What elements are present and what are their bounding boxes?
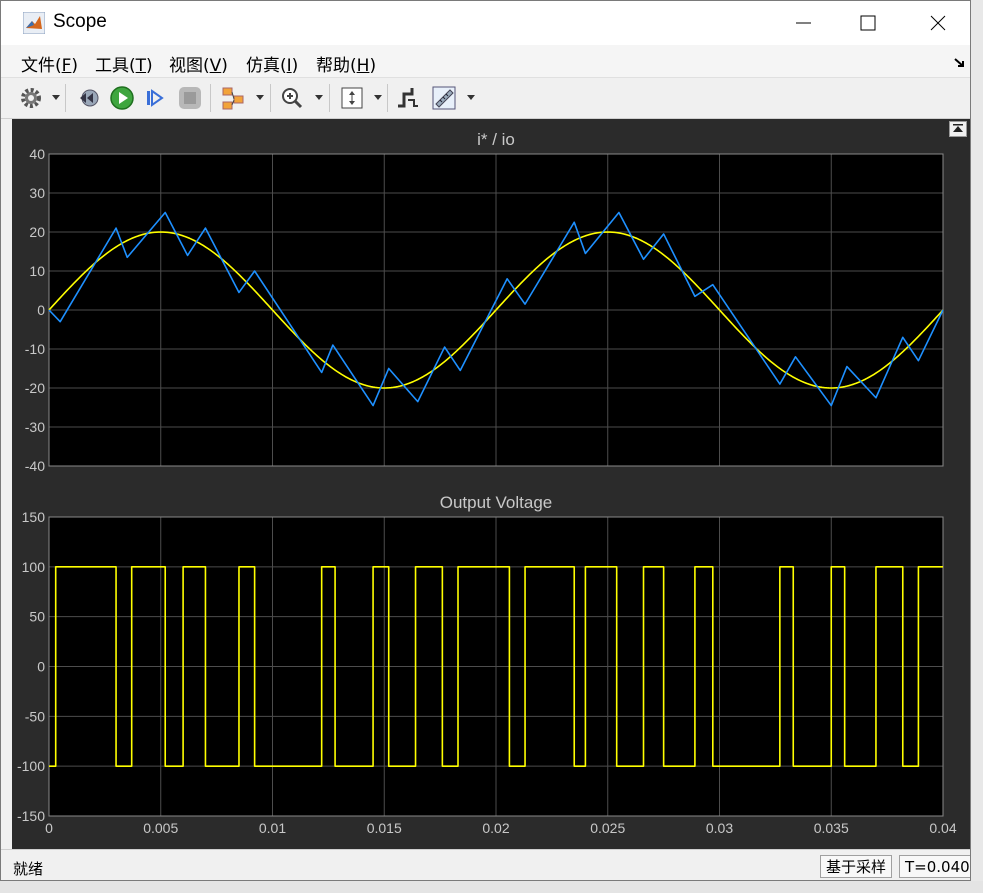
plot-1-xtick-label: 0.02 [482,820,509,836]
menu-view[interactable]: 视图(V) [169,51,228,76]
plot-1-xtick-label: 0.015 [367,820,402,836]
scope-window: Scope 文件(F) 工具(T) 视图(V) 仿真(I) 帮助(H) 40 3… [0,0,971,881]
stop-icon[interactable] [176,84,204,112]
autoscale-dropdown[interactable] [374,95,382,100]
plot-1-ytick-label: -150 [17,808,45,824]
menu-bar: 文件(F) 工具(T) 视图(V) 仿真(I) 帮助(H) [1,45,970,78]
plot-1-xtick-label: 0.035 [814,820,849,836]
measurements-icon[interactable] [430,84,458,112]
sample-mode-label: 基于采样 [820,855,893,878]
plot-1-ytick-label: 100 [22,559,46,575]
step-forward-icon[interactable] [141,84,169,112]
status-bar: 就绪 基于采样 T=0.040 [1,849,970,880]
plot-1-xtick-label: 0.025 [590,820,625,836]
menu-tools[interactable]: 工具(T) [95,51,153,76]
title-bar[interactable]: Scope [1,1,970,45]
menu-help[interactable]: 帮助(H) [316,51,376,76]
measurements-dropdown[interactable] [467,95,475,100]
toolbar-separator [270,84,271,112]
plot-0-title: i* / io [477,130,515,149]
plot-1-xtick-label: 0.03 [706,820,733,836]
highlight-block-icon[interactable] [219,84,247,112]
highlight-dropdown[interactable] [256,95,264,100]
background-app-strip [971,0,983,893]
maximize-button[interactable] [833,1,903,45]
plot-1-title: Output Voltage [440,493,552,512]
plot-0-ytick-label: -40 [25,458,45,474]
plot-1-ytick-label: 50 [29,609,45,625]
plot-1-ytick-label: 0 [37,659,45,675]
toolbar-separator [65,84,66,112]
menu-file[interactable]: 文件(F) [21,51,78,76]
plot-0-ytick-label: -20 [25,380,45,396]
plot-1-xtick-label: 0.04 [929,820,956,836]
plot-1-xtick-label: 0.005 [143,820,178,836]
plot-0-ytick-label: -10 [25,341,45,357]
plot-0-ytick-label: 30 [29,185,45,201]
triggers-icon[interactable] [394,84,422,112]
toolbar [1,78,970,119]
plot-0-ytick-label: 10 [29,263,45,279]
toolbar-separator [387,84,388,112]
matlab-icon [23,12,45,34]
gear-dropdown[interactable] [52,95,60,100]
scope-plots: 403020100-10-20-30-40i* / io150100500-50… [17,130,957,836]
plot-0-ytick-label: -30 [25,419,45,435]
close-button[interactable] [901,1,970,45]
menu-simulation[interactable]: 仿真(I) [246,51,298,76]
dock-icon[interactable] [953,57,967,69]
plot-1-xtick-label: 0 [45,820,53,836]
run-icon[interactable] [108,84,136,112]
step-back-icon[interactable] [75,84,103,112]
plot-1-ytick-label: -100 [17,758,45,774]
scope-display: 40 30 20 10 0 -10 -20 -30 -40 i* / io 150 100 50 0 -50… [12,119,970,849]
autoscale-icon[interactable] [338,84,366,112]
zoom-dropdown[interactable] [315,95,323,100]
minimize-button[interactable] [771,1,841,45]
toolbar-separator [329,84,330,112]
plot-1-ytick-label: 150 [22,509,46,525]
background-app-bottom [0,881,983,893]
plot-0-ytick-label: 0 [37,302,45,318]
plot-1-ytick-label: -50 [25,708,45,724]
time-readout: T=0.040 [899,855,970,878]
window-title: Scope [53,11,107,32]
gear-icon[interactable] [17,84,45,112]
plot-0-ytick-label: 20 [29,224,45,240]
plot-0-ytick-label: 40 [29,146,45,162]
status-text: 就绪 [13,860,44,878]
toolbar-separator [210,84,211,112]
zoom-in-icon[interactable] [278,84,306,112]
plot-1-xtick-label: 0.01 [259,820,286,836]
